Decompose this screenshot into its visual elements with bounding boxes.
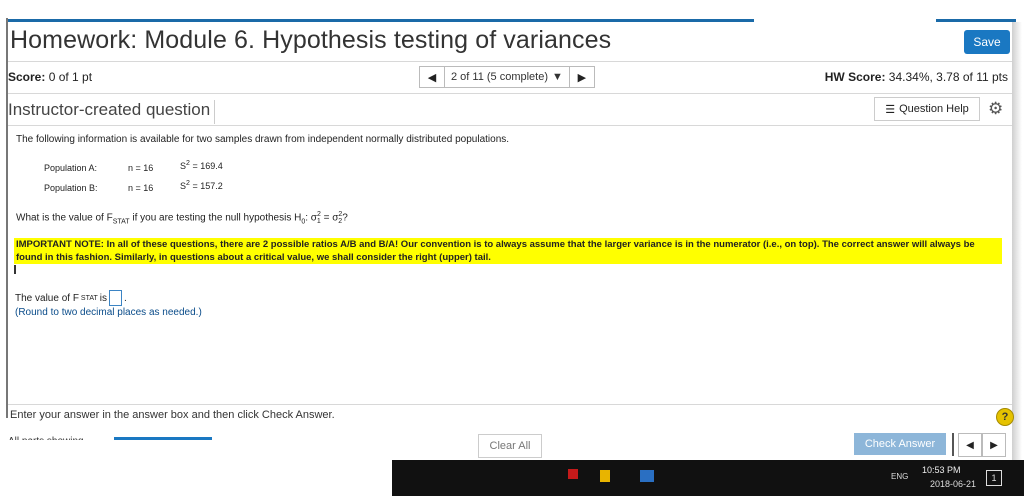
population-b-n: n = 16 xyxy=(128,183,154,193)
list-icon: ☰ xyxy=(885,103,896,116)
help-icon[interactable]: ? xyxy=(996,408,1014,426)
hw-score-display: HW Score: 34.34%, 3.78 of 11 pts xyxy=(825,70,1008,84)
question-prompt: What is the value of FSTAT if you are te… xyxy=(16,211,348,225)
page-title: Homework: Module 6. Hypothesis testing o… xyxy=(10,26,612,54)
prompt-text: ? xyxy=(342,212,348,224)
clock-date: 2018-06-21 xyxy=(930,479,977,489)
score-display: Score: 0 of 1 pt xyxy=(8,70,92,84)
divider xyxy=(8,125,1012,126)
divider xyxy=(952,433,954,456)
question-type-label: Instructor-created question xyxy=(8,100,216,124)
triangle-left-icon: ◀ xyxy=(966,439,974,451)
clear-all-button[interactable]: Clear All xyxy=(478,434,542,458)
answer-text: The value of F xyxy=(15,292,79,304)
answer-text: . xyxy=(124,292,127,304)
prompt-text: : σ xyxy=(305,212,317,224)
folder-icon[interactable] xyxy=(600,470,610,482)
prompt-text: = σ xyxy=(320,212,339,224)
variance-value: = 169.4 xyxy=(192,161,223,171)
all-parts-showing-label: All parts showing xyxy=(8,436,84,440)
top-border-right xyxy=(936,19,1016,22)
prev-page-button[interactable]: ◀ xyxy=(958,433,982,457)
triangle-right-icon: ▶ xyxy=(577,71,587,84)
netflix-icon[interactable] xyxy=(568,469,578,479)
gear-icon[interactable]: ⚙ xyxy=(988,99,1003,119)
divider xyxy=(8,93,1012,94)
divider xyxy=(8,61,1012,62)
question-help-button[interactable]: ☰ Question Help xyxy=(874,97,980,121)
window-right-shadow xyxy=(1012,22,1022,462)
score-label: Score: xyxy=(8,70,46,84)
top-border-left xyxy=(8,19,754,22)
variance-value: = 157.2 xyxy=(192,181,223,191)
app-icon[interactable] xyxy=(640,470,654,482)
question-select-label: 2 of 11 (5 complete) xyxy=(451,71,549,83)
language-indicator[interactable]: ENG xyxy=(891,472,908,481)
text-cursor xyxy=(14,265,16,274)
answer-sub: STAT xyxy=(80,294,98,302)
score-value: 0 of 1 pt xyxy=(48,70,93,84)
check-answer-button[interactable]: Check Answer xyxy=(854,433,946,455)
answer-line: The value of F STAT is . xyxy=(15,290,127,306)
question-select[interactable]: 2 of 11 (5 complete) ▼ xyxy=(445,66,569,88)
question-help-label: Question Help xyxy=(899,103,969,115)
exponent: 2 xyxy=(186,160,190,167)
population-a-label: Population A: xyxy=(44,163,98,173)
save-button[interactable]: Save xyxy=(964,30,1010,54)
population-b-variance: S2 = 157.2 xyxy=(180,180,223,191)
next-page-button[interactable]: ▶ xyxy=(982,433,1006,457)
answer-text: is xyxy=(99,292,108,304)
question-navigator: ◀ 2 of 11 (5 complete) ▼ ▶ xyxy=(419,66,595,88)
question-intro: The following information is available f… xyxy=(16,134,510,145)
round-hint: (Round to two decimal places as needed.) xyxy=(15,307,202,318)
notification-icon[interactable]: 1 xyxy=(986,470,1002,486)
divider xyxy=(8,404,1012,405)
triangle-left-icon: ◀ xyxy=(427,71,437,84)
all-parts-tab-indicator[interactable] xyxy=(114,437,212,440)
important-note: IMPORTANT NOTE: In all of these question… xyxy=(14,238,1002,264)
clock-time: 10:53 PM xyxy=(922,465,961,475)
hw-score-label: HW Score: xyxy=(824,70,886,84)
prev-question-button[interactable]: ◀ xyxy=(419,66,445,88)
exponent: 2 xyxy=(186,180,190,187)
prompt-text: What is the value of F xyxy=(16,212,113,224)
next-question-button[interactable]: ▶ xyxy=(568,66,595,88)
triangle-right-icon: ▶ xyxy=(990,439,998,451)
hw-score-value: 34.34%, 3.78 of 11 pts xyxy=(888,70,1008,84)
prompt-sub: STAT xyxy=(112,218,130,226)
caret-down-icon: ▼ xyxy=(552,71,563,83)
population-a-n: n = 16 xyxy=(128,163,154,173)
footer-instruction: Enter your answer in the answer box and … xyxy=(10,409,335,421)
population-b-label: Population B: xyxy=(44,183,98,193)
prompt-text: if you are testing the null hypothesis H xyxy=(129,212,302,224)
answer-input[interactable] xyxy=(109,290,123,306)
population-a-variance: S2 = 169.4 xyxy=(180,160,223,171)
